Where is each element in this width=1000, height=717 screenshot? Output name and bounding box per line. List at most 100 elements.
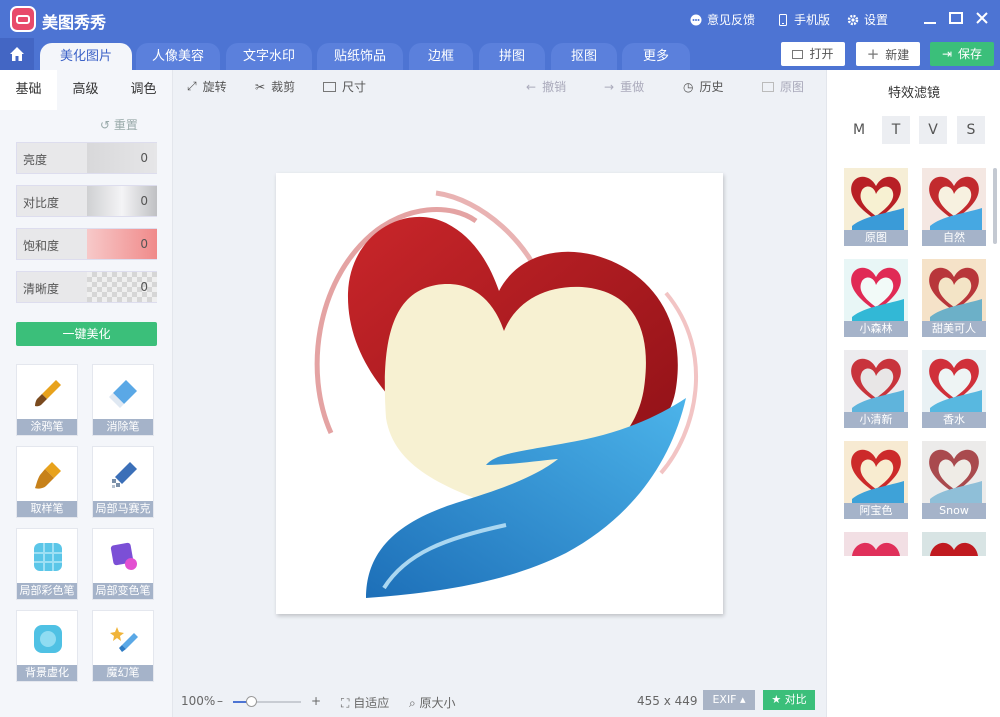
actual-size-label: 原大小 bbox=[419, 696, 456, 710]
rotate-label: 旋转 bbox=[202, 80, 227, 94]
brightness-value: 0 bbox=[140, 151, 148, 165]
redo-button[interactable]: → 重做 bbox=[604, 78, 644, 95]
tool-magic-pen[interactable]: 魔幻笔 bbox=[92, 610, 154, 682]
tool-doodle-pen[interactable]: 涂鸦笔 bbox=[16, 364, 78, 436]
sharpness-slider[interactable]: 清晰度 0 bbox=[16, 271, 157, 303]
image-icon bbox=[792, 50, 804, 59]
tab-stickers[interactable]: 贴纸饰品 bbox=[317, 43, 403, 70]
reset-label: 重置 bbox=[113, 118, 138, 132]
rotate-button[interactable]: ⤢ 旋转 bbox=[187, 78, 227, 95]
tool-eraser-pen[interactable]: 消除笔 bbox=[92, 364, 154, 436]
mobile-link[interactable]: 手机版 bbox=[777, 11, 830, 28]
tab-more[interactable]: 更多 bbox=[622, 43, 690, 70]
tool-local-color-pen[interactable]: 局部彩色笔 bbox=[16, 528, 78, 600]
filter-fresh[interactable]: 小清新 bbox=[844, 350, 908, 428]
tool-sample-pen[interactable]: 取样笔 bbox=[16, 446, 78, 518]
filter-tab-s[interactable]: S bbox=[957, 116, 985, 144]
subtab-color[interactable]: 调色 bbox=[115, 70, 172, 110]
reset-button[interactable]: ↺ 重置 bbox=[100, 116, 138, 133]
exif-label: EXIF bbox=[712, 693, 737, 706]
size-label: 尺寸 bbox=[342, 80, 367, 94]
recolor-icon bbox=[110, 542, 137, 570]
export-icon: ⇥ bbox=[941, 47, 953, 61]
tab-cutout[interactable]: 抠图 bbox=[551, 43, 617, 70]
fit-label: 自适应 bbox=[353, 696, 390, 710]
original-button[interactable]: 原图 bbox=[762, 78, 804, 95]
one-key-beautify-button[interactable]: 一键美化 bbox=[16, 322, 157, 346]
zoom-out-icon[interactable]: – bbox=[217, 694, 223, 708]
tool-local-recolor-pen[interactable]: 局部变色笔 bbox=[92, 528, 154, 600]
tab-text-watermark[interactable]: 文字水印 bbox=[226, 43, 312, 70]
magnifier-icon: ⌕ bbox=[409, 696, 420, 710]
filter-original-label: 原图 bbox=[844, 230, 908, 246]
sharpness-value: 0 bbox=[140, 280, 148, 294]
filter-sweet-label: 甜美可人 bbox=[922, 321, 986, 337]
image-canvas[interactable] bbox=[276, 173, 723, 614]
history-button[interactable]: ◷ 历史 bbox=[683, 78, 724, 95]
feedback-link[interactable]: 意见反馈 bbox=[690, 11, 755, 28]
original-label: 原图 bbox=[780, 80, 805, 94]
tab-frames[interactable]: 边框 bbox=[409, 43, 473, 70]
contrast-slider[interactable]: 对比度 0 bbox=[16, 185, 157, 217]
filter-tab-m[interactable]: M bbox=[845, 116, 873, 144]
save-button[interactable]: ⇥ 保存 bbox=[930, 42, 994, 66]
maximize-icon[interactable] bbox=[946, 8, 966, 28]
redo-label: 重做 bbox=[620, 80, 645, 94]
size-icon bbox=[323, 81, 336, 92]
filter-original[interactable]: 原图 bbox=[844, 168, 908, 246]
compare-button[interactable]: ★ 对比 bbox=[763, 690, 815, 710]
fit-button[interactable]: ⛶ 自适应 bbox=[341, 694, 389, 711]
filter-partial[interactable] bbox=[922, 532, 986, 556]
exif-button[interactable]: EXIF ▴ bbox=[703, 690, 755, 710]
tab-portrait[interactable]: 人像美容 bbox=[136, 43, 220, 70]
filter-snow[interactable]: Snow bbox=[922, 441, 986, 519]
heart-hand-logo bbox=[314, 190, 698, 598]
tool-local-mosaic[interactable]: 局部马赛克 bbox=[92, 446, 154, 518]
crop-button[interactable]: ✂ 裁剪 bbox=[255, 78, 295, 95]
left-panel: 基础 高级 调色 ↺ 重置 亮度 0 对比度 0 饱和度 0 清晰度 0 一键美… bbox=[0, 70, 173, 717]
title-bar: 美图秀秀 意见反馈 手机版 设置 bbox=[0, 0, 1000, 38]
actual-size-button[interactable]: ⌕ 原大小 bbox=[409, 694, 456, 711]
subtab-basic[interactable]: 基础 bbox=[0, 70, 57, 110]
heart-thumbnail bbox=[851, 358, 904, 412]
undo-button[interactable]: ← 撤销 bbox=[526, 78, 566, 95]
tab-collage[interactable]: 拼图 bbox=[479, 43, 545, 70]
brightness-slider[interactable]: 亮度 0 bbox=[16, 142, 157, 174]
filter-sweet[interactable]: 甜美可人 bbox=[922, 259, 986, 337]
settings-link[interactable]: 设置 bbox=[847, 11, 888, 28]
filter-tab-t[interactable]: T bbox=[882, 116, 910, 144]
tool-doodle-pen-label: 涂鸦笔 bbox=[17, 419, 77, 435]
tool-local-recolor-pen-label: 局部变色笔 bbox=[93, 583, 153, 599]
filter-forest[interactable]: 小森林 bbox=[844, 259, 908, 337]
filters-scrollbar[interactable] bbox=[993, 168, 997, 244]
tab-beautify[interactable]: 美化图片 bbox=[40, 43, 132, 70]
saturation-slider[interactable]: 饱和度 0 bbox=[16, 228, 157, 260]
heart-thumbnail bbox=[851, 176, 904, 230]
magic-wand-icon bbox=[110, 627, 138, 652]
tool-sample-pen-label: 取样笔 bbox=[17, 501, 77, 517]
filter-abao[interactable]: 阿宝色 bbox=[844, 441, 908, 519]
reset-icon: ↺ bbox=[100, 118, 114, 132]
open-button[interactable]: 打开 bbox=[781, 42, 845, 66]
filter-tab-v[interactable]: V bbox=[919, 116, 947, 144]
tool-magic-pen-label: 魔幻笔 bbox=[93, 665, 153, 681]
size-button[interactable]: 尺寸 bbox=[323, 78, 366, 95]
right-panel: 特效滤镜 M T V S 原图 自然 小森林 甜美可人 小清新 香水 阿宝色 S… bbox=[826, 70, 1000, 717]
minimize-icon[interactable] bbox=[920, 8, 940, 28]
new-button[interactable]: + 新建 bbox=[856, 42, 920, 66]
zoom-slider[interactable] bbox=[233, 696, 301, 707]
heart-thumbnail bbox=[929, 358, 982, 412]
open-label: 打开 bbox=[809, 47, 834, 61]
filter-abao-label: 阿宝色 bbox=[844, 503, 908, 519]
filter-perfume[interactable]: 香水 bbox=[922, 350, 986, 428]
phone-icon bbox=[779, 13, 787, 26]
home-button[interactable] bbox=[0, 38, 34, 70]
close-icon[interactable] bbox=[972, 8, 992, 28]
subtab-advanced[interactable]: 高级 bbox=[57, 70, 114, 110]
filter-natural[interactable]: 自然 bbox=[922, 168, 986, 246]
tool-background-blur[interactable]: 背景虚化 bbox=[16, 610, 78, 682]
tool-local-mosaic-label: 局部马赛克 bbox=[93, 501, 153, 517]
filter-partial[interactable] bbox=[844, 532, 908, 556]
zoom-slider-handle[interactable] bbox=[246, 696, 257, 707]
zoom-in-icon[interactable]: + bbox=[311, 694, 321, 708]
